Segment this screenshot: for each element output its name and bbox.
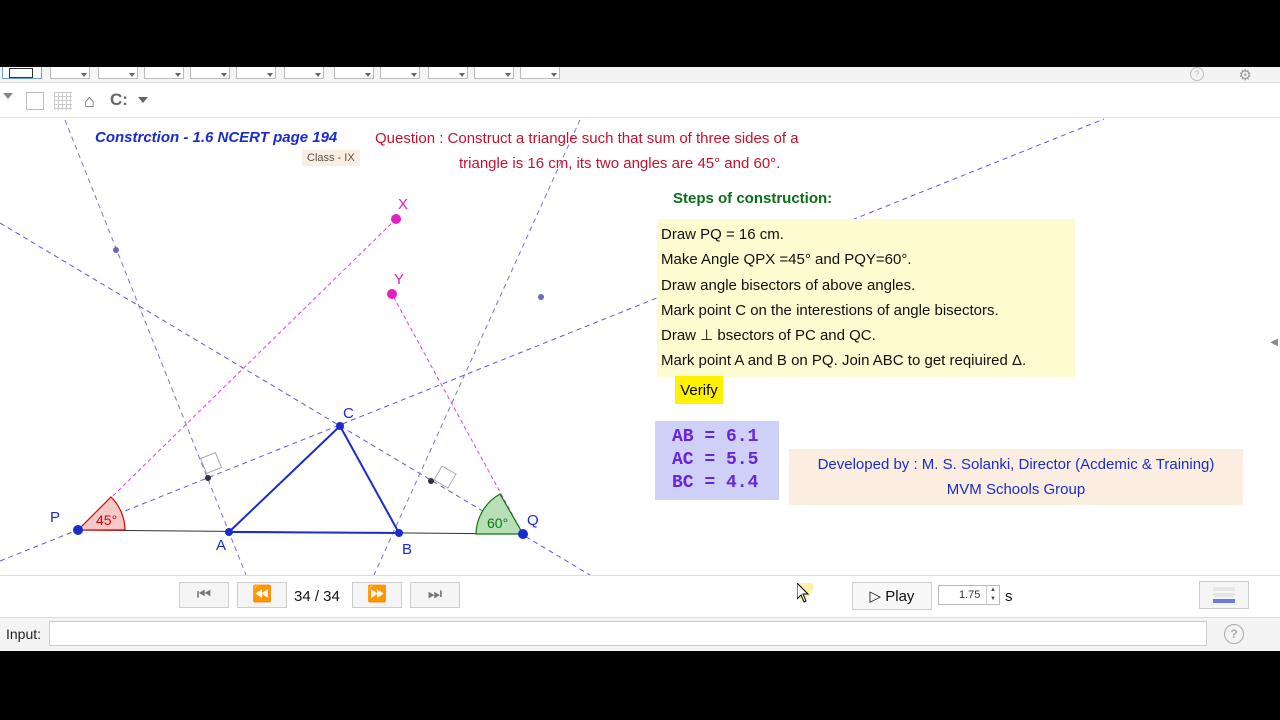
point-q (518, 529, 528, 539)
credit-line-2: MVM Schools Group (946, 481, 1086, 498)
step-item: Draw angle bisectors of above angles. (661, 276, 916, 294)
speed-stepper[interactable]: 1.75 ▲ ▼ (938, 585, 1000, 605)
step-item: Draw ⊥ bsectors of PC and QC. (661, 327, 876, 345)
last-step-button[interactable]: ⏭ (410, 582, 460, 608)
label-p: P (50, 509, 60, 526)
fast-forward-icon: ⏩ (367, 586, 387, 603)
point-a (225, 528, 233, 536)
point-y (387, 289, 397, 299)
geogebra-window: ? ⚙ ⌂ C: ◀ P Q A B C X Y 45° 60° Constrc… (0, 67, 1280, 651)
skip-last-icon: ⏭ (427, 586, 443, 603)
triangle-abc (226, 424, 401, 535)
speed-unit: s (1005, 588, 1013, 605)
right-angle-mark-pc (199, 451, 223, 475)
step-counter: 34 / 34 (294, 588, 340, 605)
label-a: A (216, 537, 226, 554)
label-c: C (343, 405, 354, 422)
rewind-icon: ⏪ (252, 586, 272, 603)
step-item: Mark point C on the interestions of angl… (661, 301, 999, 319)
label-y: Y (394, 271, 404, 288)
perp-bisector-pc-line (64, 119, 247, 575)
class-label: Class - IX (302, 150, 360, 166)
measurements-box: AB = 6.1 AC = 5.5 BC = 4.4 (655, 421, 779, 500)
verify-button[interactable]: Verify (675, 376, 723, 404)
label-x: X (398, 196, 408, 213)
angle-q-label: 60° (487, 515, 508, 531)
question-line-1: Question : Construct a triangle such tha… (375, 130, 799, 147)
angle-p-label: 45° (96, 512, 117, 528)
credit-box: Developed by : M. S. Solanki, Director (… (789, 449, 1243, 505)
steps-heading: Steps of construction: (673, 190, 833, 207)
right-angle-mark-qc (433, 465, 457, 489)
input-field[interactable] (49, 621, 1207, 646)
ray-qy-line (391, 293, 524, 535)
previous-step-button[interactable]: ⏪ (237, 582, 287, 608)
speed-value: 1.75 (959, 589, 981, 601)
credit-line-1: Developed by : M. S. Solanki, Director (… (817, 456, 1215, 473)
skip-first-icon: ⏮ (196, 586, 212, 603)
measure-bc: BC = 4.4 (672, 473, 759, 493)
mouse-cursor-icon (797, 583, 813, 603)
input-bar: Input: ? (0, 617, 1280, 651)
algebra-view-toggle[interactable] (1199, 581, 1249, 609)
midpoint-pc (205, 475, 211, 481)
navigation-bar: ⏮ ⏪ 34 / 34 ⏩ ⏭ ▷ Play 1.75 ▲ ▼ s (0, 575, 1280, 618)
graphics-view[interactable]: P Q A B C X Y 45° 60° Constrction - 1.6 … (0, 67, 1280, 575)
measure-ab: AB = 6.1 (672, 427, 759, 447)
page-title: Constrction - 1.6 NCERT page 194 (95, 129, 338, 146)
point-b (395, 529, 403, 537)
aux-point-1 (113, 247, 119, 253)
steps-box: Draw PQ = 16 cm. Make Angle QPX =45° and… (657, 219, 1075, 377)
play-button[interactable]: ▷ Play (852, 582, 932, 610)
aux-point-2 (538, 294, 544, 300)
question-line-2: triangle is 16 cm, its two angles are 45… (459, 155, 781, 172)
label-q: Q (527, 512, 539, 529)
label-b: B (402, 541, 412, 558)
input-help-icon[interactable]: ? (1224, 624, 1244, 644)
input-label: Input: (6, 626, 42, 642)
midpoint-qc (428, 478, 434, 484)
step-item: Draw PQ = 16 cm. (661, 226, 784, 243)
step-item: Mark point A and B on PQ. Join ABC to ge… (661, 352, 1027, 370)
perp-bisector-qc-line (373, 119, 581, 575)
point-p (73, 525, 83, 535)
question-text: Question : Construct a triangle such tha… (375, 126, 799, 176)
point-c (336, 422, 344, 430)
first-step-button[interactable]: ⏮ (179, 582, 229, 608)
point-x (391, 214, 401, 224)
next-step-button[interactable]: ⏩ (352, 582, 402, 608)
ray-px-line (77, 218, 397, 531)
spinner-icon[interactable]: ▲ ▼ (986, 586, 999, 604)
step-item: Make Angle QPX =45° and PQY=60°. (661, 251, 912, 269)
measure-ac: AC = 5.5 (672, 450, 759, 470)
